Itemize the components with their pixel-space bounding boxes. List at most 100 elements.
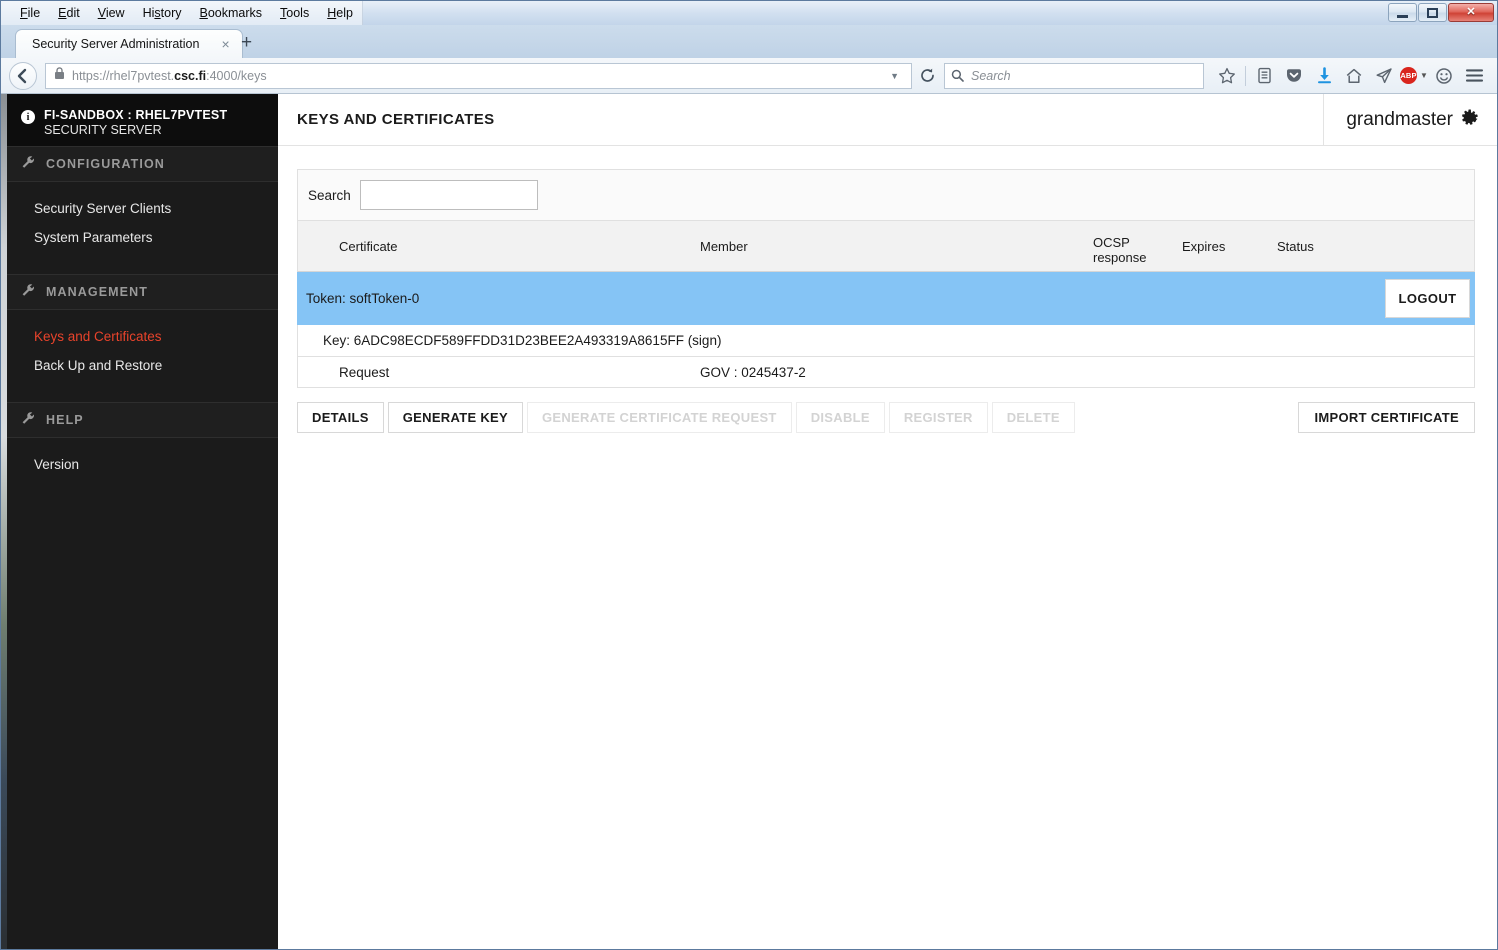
- details-button[interactable]: DETAILS: [297, 402, 384, 433]
- menu-file[interactable]: File: [11, 3, 49, 24]
- gear-icon[interactable]: [1462, 109, 1479, 131]
- title-bar: File Edit View History Bookmarks Tools H…: [1, 1, 1497, 25]
- reload-button[interactable]: [914, 63, 940, 89]
- url-prefix: https://rhel7pvtest.: [72, 68, 175, 83]
- main-header: KEYS AND CERTIFICATES grandmaster: [278, 94, 1497, 146]
- menu-history[interactable]: History: [134, 3, 191, 24]
- menu-bookmarks[interactable]: Bookmarks: [191, 3, 272, 24]
- chevron-down-icon[interactable]: ▼: [1420, 71, 1428, 80]
- sidebar-item-system-parameters[interactable]: System Parameters: [7, 223, 278, 252]
- search-label: Search: [308, 187, 351, 203]
- new-tab-button[interactable]: +: [241, 33, 252, 52]
- search-icon: [951, 69, 964, 82]
- abp-badge: ABP: [1400, 67, 1418, 84]
- browser-search-box[interactable]: Search: [944, 62, 1204, 89]
- search-input[interactable]: [359, 180, 538, 210]
- menu-help[interactable]: Help: [318, 3, 362, 24]
- minimize-button[interactable]: [1388, 3, 1417, 22]
- hamburger-menu-icon[interactable]: [1459, 62, 1489, 90]
- sidebar-section-label: CONFIGURATION: [46, 157, 165, 171]
- content-area: Search Certificate Member OCSP response E…: [278, 146, 1497, 433]
- menu-tools[interactable]: Tools: [271, 3, 318, 24]
- url-text: https://rhel7pvtest.csc.fi:4000/keys: [72, 69, 882, 83]
- menu-bar: File Edit View History Bookmarks Tools H…: [1, 1, 363, 25]
- feedback-smiley-icon[interactable]: [1429, 62, 1459, 90]
- sidebar: i FI-SANDBOX : RHEL7PVTEST SECURITY SERV…: [7, 94, 278, 949]
- main-content: KEYS AND CERTIFICATES grandmaster Search: [278, 94, 1497, 949]
- back-button[interactable]: [9, 61, 37, 90]
- home-icon[interactable]: [1339, 62, 1369, 90]
- key-label: Key: 6ADC98ECDF589FFDD31D23BEE2A493319A8…: [323, 333, 722, 348]
- wrench-icon: [21, 283, 35, 302]
- action-button-row: DETAILS GENERATE KEY GENERATE CERTIFICAT…: [297, 402, 1475, 433]
- sidebar-section-label: HELP: [46, 413, 84, 427]
- register-button: REGISTER: [888, 402, 988, 433]
- download-icon[interactable]: [1309, 62, 1339, 90]
- token-row[interactable]: Token: softToken-0 LOGOUT: [297, 272, 1475, 325]
- request-certificate-cell: Request: [339, 364, 390, 380]
- pocket-icon[interactable]: [1279, 62, 1309, 90]
- menu-view[interactable]: View: [89, 3, 134, 24]
- tab-close-icon[interactable]: ×: [217, 37, 233, 51]
- window-controls: ✕: [1387, 3, 1494, 22]
- table-header: Certificate Member OCSP response Expires …: [297, 220, 1475, 272]
- tab-label: Security Server Administration: [32, 37, 200, 51]
- adblock-plus-icon[interactable]: ABP ▼: [1399, 62, 1429, 90]
- sidebar-item-version[interactable]: Version: [7, 450, 278, 479]
- toolbar-separator: [1245, 65, 1246, 86]
- page-viewport: i FI-SANDBOX : RHEL7PVTEST SECURITY SERV…: [1, 94, 1497, 949]
- sidebar-section-help: HELP: [7, 402, 278, 438]
- browser-window: File Edit View History Bookmarks Tools H…: [0, 0, 1498, 950]
- sidebar-links-configuration: Security Server Clients System Parameter…: [7, 182, 278, 274]
- tab-bar: Security Server Administration × +: [1, 25, 1497, 58]
- user-name: grandmaster: [1346, 108, 1453, 130]
- info-icon: i: [21, 110, 35, 124]
- url-domain: csc.fi: [174, 68, 207, 83]
- restore-button[interactable]: [1418, 3, 1447, 22]
- delete-button: DELETE: [991, 402, 1075, 433]
- request-member-cell: GOV : 0245437-2: [700, 364, 806, 380]
- sidebar-header: i FI-SANDBOX : RHEL7PVTEST SECURITY SERV…: [7, 94, 278, 146]
- wrench-icon: [21, 155, 35, 174]
- send-tab-icon[interactable]: [1369, 62, 1399, 90]
- url-dropdown-icon[interactable]: ▼: [882, 71, 907, 81]
- navigation-toolbar: https://rhel7pvtest.csc.fi:4000/keys ▼ S…: [1, 58, 1497, 94]
- page-title: KEYS AND CERTIFICATES: [297, 111, 495, 128]
- request-row[interactable]: Request GOV : 0245437-2: [297, 357, 1475, 388]
- column-header-status: Status: [1277, 238, 1314, 254]
- sidebar-links-management: Keys and Certificates Back Up and Restor…: [7, 310, 278, 402]
- generate-certificate-request-button: GENERATE CERTIFICATE REQUEST: [526, 402, 792, 433]
- search-row: Search: [297, 169, 1475, 220]
- generate-key-button[interactable]: GENERATE KEY: [387, 402, 523, 433]
- sidebar-section-configuration: CONFIGURATION: [7, 146, 278, 182]
- sidebar-section-label: MANAGEMENT: [46, 285, 148, 299]
- column-header-member: Member: [700, 238, 748, 254]
- wrench-icon: [21, 411, 35, 430]
- address-bar[interactable]: https://rhel7pvtest.csc.fi:4000/keys ▼: [45, 62, 912, 89]
- star-icon[interactable]: [1212, 62, 1242, 90]
- token-label: Token: softToken-0: [306, 291, 420, 306]
- reading-list-icon[interactable]: [1249, 62, 1279, 90]
- sidebar-item-security-server-clients[interactable]: Security Server Clients: [7, 194, 278, 223]
- sidebar-instance-name: FI-SANDBOX : RHEL7PVTEST: [44, 108, 228, 122]
- reload-icon: [920, 68, 934, 82]
- keys-panel: Search Certificate Member OCSP response E…: [297, 169, 1475, 433]
- tab-security-server-administration[interactable]: Security Server Administration ×: [15, 29, 243, 58]
- disable-button: DISABLE: [795, 402, 885, 433]
- title-bar-drag-area: [363, 1, 1497, 25]
- menu-edit[interactable]: Edit: [49, 3, 89, 24]
- toolbar-icons: ABP ▼: [1212, 62, 1489, 90]
- browser-search-placeholder: Search: [971, 68, 1011, 83]
- sidebar-item-back-up-and-restore[interactable]: Back Up and Restore: [7, 351, 278, 380]
- close-button[interactable]: ✕: [1448, 3, 1494, 22]
- back-arrow-icon: [17, 68, 27, 83]
- logout-button[interactable]: LOGOUT: [1385, 279, 1470, 318]
- import-certificate-button[interactable]: IMPORT CERTIFICATE: [1298, 402, 1475, 433]
- url-path: :4000/keys: [206, 68, 267, 83]
- key-row[interactable]: Key: 6ADC98ECDF589FFDD31D23BEE2A493319A8…: [297, 325, 1475, 357]
- column-header-ocsp-response: OCSP response: [1093, 235, 1147, 265]
- sidebar-instance-type: SECURITY SERVER: [44, 123, 162, 137]
- user-menu[interactable]: grandmaster: [1323, 94, 1497, 146]
- sidebar-links-help: Version: [7, 438, 278, 501]
- sidebar-item-keys-and-certificates[interactable]: Keys and Certificates: [7, 322, 278, 351]
